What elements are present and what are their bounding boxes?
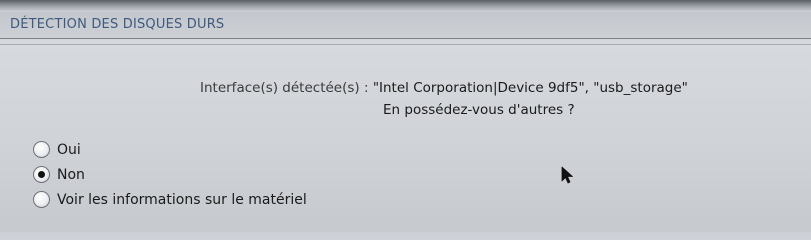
- option-yes[interactable]: Oui: [33, 137, 307, 162]
- dialog-header: DÉTECTION DES DISQUES DURS: [0, 12, 811, 39]
- option-no[interactable]: Non: [33, 162, 307, 187]
- option-hardware-info[interactable]: Voir les informations sur le matériel: [33, 187, 307, 212]
- option-hardware-info-label: Voir les informations sur le matériel: [57, 191, 307, 208]
- dialog-title: DÉTECTION DES DISQUES DURS: [10, 17, 225, 32]
- mouse-pointer-icon: [561, 166, 573, 184]
- question-text: En possédez-vous d'autres ?: [383, 102, 575, 118]
- top-edge-shadow: [0, 0, 811, 12]
- option-no-label: Non: [57, 166, 85, 183]
- radio-button-no[interactable]: [33, 166, 50, 183]
- radio-button-hardware-info[interactable]: [33, 191, 50, 208]
- option-yes-label: Oui: [57, 141, 81, 158]
- detected-interfaces-message: Interface(s) détectée(s) : "Intel Corpor…: [200, 80, 688, 96]
- radio-button-yes[interactable]: [33, 141, 50, 158]
- header-divider: [0, 44, 811, 45]
- detected-interfaces-value: "Intel Corporation|Device 9df5", "usb_st…: [372, 80, 688, 96]
- radio-group: Oui Non Voir les informations sur le mat…: [33, 137, 307, 212]
- detected-interfaces-label: Interface(s) détectée(s) :: [200, 80, 373, 96]
